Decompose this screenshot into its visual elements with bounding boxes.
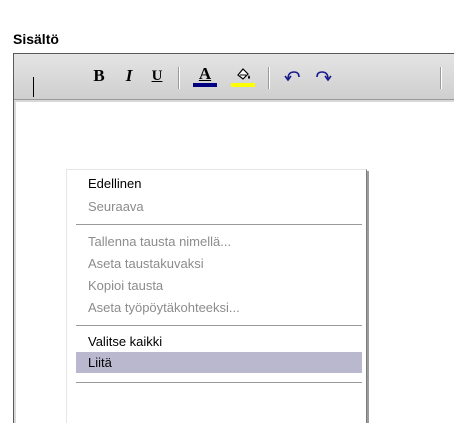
menu-item-back[interactable]: Edellinen [76,173,362,194]
highlight-color-swatch [231,82,255,87]
editor-toolbar: B I U A [14,54,454,100]
menu-item-set-as-desktop-item[interactable]: Aseta työpöytäkohteeksi... [76,297,362,318]
menu-item-copy-background[interactable]: Kopioi tausta [76,275,362,296]
undo-button[interactable] [282,65,304,87]
menu-separator [76,325,362,329]
bold-button[interactable]: B [88,65,110,87]
underline-button[interactable]: U [146,65,168,87]
underline-icon: U [151,67,163,84]
toolbar-separator [268,67,270,89]
highlight-color-button[interactable] [230,65,256,87]
redo-icon [316,71,332,82]
font-color-swatch [193,82,217,87]
menu-item-select-all[interactable]: Valitse kaikki [76,331,362,352]
font-color-icon: A [198,63,212,83]
menu-separator [76,224,362,228]
toolbar-separator [178,67,180,89]
menu-item-set-as-background[interactable]: Aseta taustakuvaksi [76,253,362,274]
menu-item-save-background-as[interactable]: Tallenna tausta nimellä... [76,231,362,252]
italic-button[interactable]: I [118,65,140,87]
content-section-label: Sisältö [13,31,59,47]
menu-item-forward[interactable]: Seuraava [76,196,362,217]
menu-item-paste[interactable]: Liitä [76,352,362,373]
text-caret [33,77,34,97]
highlight-color-icon [237,67,250,80]
italic-icon: I [125,66,133,85]
undo-icon [284,71,300,82]
redo-button[interactable] [312,65,334,87]
toolbar-separator [440,67,442,89]
menu-separator [76,382,362,386]
font-color-button[interactable]: A [192,65,218,87]
bold-icon: B [93,66,105,85]
context-menu: Edellinen Seuraava Tallenna tausta nimel… [66,169,367,423]
